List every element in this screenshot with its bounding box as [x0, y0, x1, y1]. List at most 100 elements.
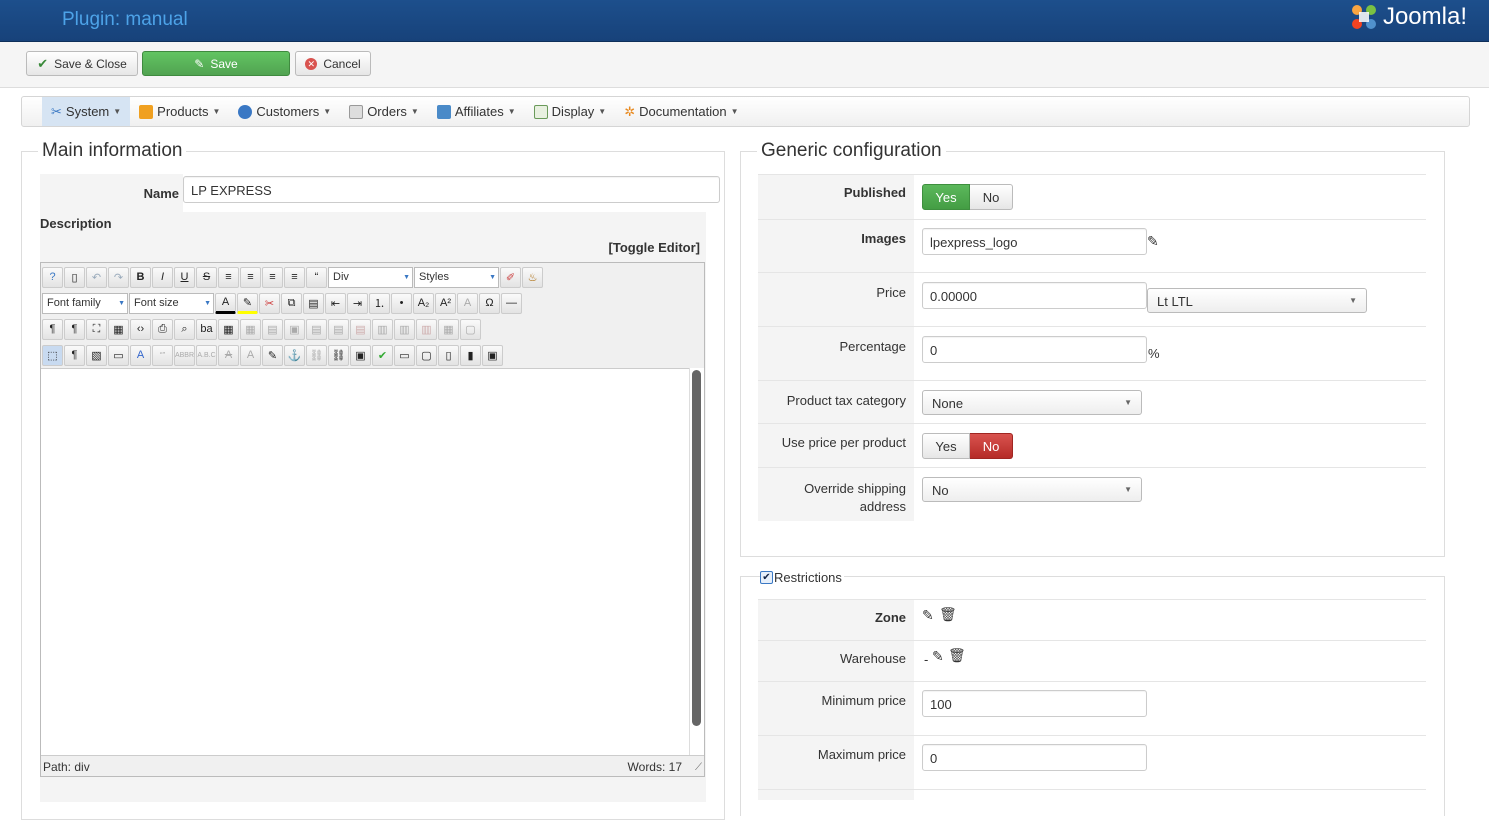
source-code-icon[interactable]: ‹›	[130, 318, 151, 340]
zone-edit-pencil-icon[interactable]: ✎	[922, 607, 934, 624]
horizontal-rule-icon[interactable]: —	[501, 292, 522, 314]
align-right-icon[interactable]: ≡	[284, 266, 305, 288]
warehouse-trash-icon[interactable]: 🗑	[948, 647, 966, 664]
redo-icon[interactable]: ↷	[108, 266, 129, 288]
subscript-icon[interactable]: A₂	[413, 292, 434, 314]
align-center-icon[interactable]: ≡	[240, 266, 261, 288]
insert-layer-icon[interactable]: ▧	[86, 344, 107, 366]
delete-col-icon[interactable]: ▥	[416, 318, 437, 340]
copy-icon[interactable]: ⧉	[281, 292, 302, 314]
scrollbar-thumb[interactable]	[692, 370, 701, 726]
anchor-icon[interactable]: ⚓	[284, 344, 305, 366]
save-button[interactable]: ✎ Save	[142, 51, 290, 76]
text-color-icon[interactable]: A	[215, 292, 236, 314]
print-icon[interactable]: ⎙	[152, 318, 173, 340]
menu-item-display[interactable]: Display ▼	[525, 97, 616, 126]
blockquote-icon[interactable]: “	[306, 266, 327, 288]
layer-icon[interactable]: ▢	[416, 344, 437, 366]
restrictions-checkbox[interactable]: ✔	[760, 571, 773, 584]
strikethrough-icon[interactable]: S	[196, 266, 217, 288]
toggle-editor-link[interactable]: [Toggle Editor]	[560, 240, 700, 255]
bullet-list-icon[interactable]: •	[391, 292, 412, 314]
eraser-icon[interactable]: ✐	[500, 266, 521, 288]
menu-item-products[interactable]: Products ▼	[130, 97, 229, 126]
styles-select[interactable]: Styles	[414, 266, 499, 288]
delete-table-icon[interactable]: ▦	[240, 318, 261, 340]
cite-icon[interactable]: “”	[152, 344, 173, 366]
insert-row-after-icon[interactable]: ▤	[328, 318, 349, 340]
table-icon[interactable]: ▦	[218, 318, 239, 340]
ltr-icon[interactable]: ¶	[42, 318, 63, 340]
insert-col-after-icon[interactable]: ▥	[394, 318, 415, 340]
menu-item-system[interactable]: ✂ System ▼	[42, 97, 131, 126]
merge-cells-icon[interactable]: ▢	[460, 318, 481, 340]
published-yes-button[interactable]: Yes	[922, 184, 970, 210]
outdent-icon[interactable]: ⇤	[325, 292, 346, 314]
ppp-no-button[interactable]: No	[970, 433, 1013, 459]
price-input[interactable]: 0.00000	[922, 282, 1147, 309]
superscript-icon[interactable]: A²	[435, 292, 456, 314]
format-select[interactable]: Div	[328, 266, 413, 288]
menu-item-affiliates[interactable]: Affiliates ▼	[428, 97, 525, 126]
spellcheck-icon[interactable]: ✔	[372, 344, 393, 366]
replace-icon[interactable]: ba	[196, 318, 217, 340]
insert-character-icon[interactable]: A	[457, 292, 478, 314]
iframe-icon[interactable]: ▭	[394, 344, 415, 366]
font-family-select[interactable]: Font family	[42, 292, 128, 314]
editor-scrollbar[interactable]	[689, 368, 704, 755]
warehouse-edit-pencil-icon[interactable]: ✎	[932, 648, 944, 665]
pencil-icon[interactable]: ✎	[1147, 233, 1159, 250]
percentage-input[interactable]: 0	[922, 336, 1147, 363]
image-manager-icon[interactable]: ▣	[482, 344, 503, 366]
find-icon[interactable]: ⌕	[174, 318, 195, 340]
paste-icon[interactable]: ▤	[303, 292, 324, 314]
del-icon[interactable]: A	[218, 344, 239, 366]
tax-category-select[interactable]: None	[922, 390, 1142, 415]
numbered-list-icon[interactable]: ⒈	[369, 292, 390, 314]
unlink-icon[interactable]: ⛓	[306, 344, 327, 366]
align-justify-icon[interactable]: ≡	[218, 266, 239, 288]
split-cells-icon[interactable]: ▦	[438, 318, 459, 340]
save-close-button[interactable]: ✔ Save & Close	[26, 51, 138, 76]
ins-icon[interactable]: A	[240, 344, 261, 366]
rtl-icon[interactable]: ¶	[64, 318, 85, 340]
zone-trash-icon[interactable]: 🗑	[939, 606, 957, 623]
menu-item-customers[interactable]: Customers ▼	[229, 97, 340, 126]
ppp-yes-button[interactable]: Yes	[922, 433, 970, 459]
font-size-select[interactable]: Font size	[129, 292, 214, 314]
omega-icon[interactable]: Ω	[479, 292, 500, 314]
new-document-icon[interactable]: ▯	[64, 266, 85, 288]
resize-handle-icon[interactable]: ⟋	[695, 762, 702, 773]
insert-col-before-icon[interactable]: ▥	[372, 318, 393, 340]
undo-icon[interactable]: ↶	[86, 266, 107, 288]
acronym-icon[interactable]: A.B.C	[196, 344, 217, 366]
page-break-icon[interactable]: ▯	[438, 344, 459, 366]
template-icon[interactable]: ▦	[108, 318, 129, 340]
cut-icon[interactable]: ✂	[259, 292, 280, 314]
absolute-icon[interactable]: ▭	[108, 344, 129, 366]
name-input[interactable]: LP EXPRESS	[183, 176, 720, 203]
media-icon[interactable]: ▮	[460, 344, 481, 366]
show-blocks-icon[interactable]: ¶	[64, 344, 85, 366]
currency-select[interactable]: Lt LTL	[1147, 288, 1367, 313]
published-no-button[interactable]: No	[970, 184, 1013, 210]
italic-icon[interactable]: I	[152, 266, 173, 288]
fullscreen-icon[interactable]: ⛶	[86, 318, 107, 340]
menu-item-orders[interactable]: Orders ▼	[340, 97, 428, 126]
insert-row-before-icon[interactable]: ▤	[306, 318, 327, 340]
delete-row-icon[interactable]: ▤	[350, 318, 371, 340]
minimum-price-input[interactable]: 100	[922, 690, 1147, 717]
cell-props-icon[interactable]: ▣	[284, 318, 305, 340]
indent-icon[interactable]: ⇥	[347, 292, 368, 314]
editor-content-area[interactable]	[41, 368, 689, 755]
bold-icon[interactable]: B	[130, 266, 151, 288]
visual-aid-icon[interactable]: ⬚	[42, 344, 63, 366]
link-icon[interactable]: ⛓	[328, 344, 349, 366]
attributes-icon[interactable]: ✎	[262, 344, 283, 366]
align-left-icon[interactable]: ≡	[262, 266, 283, 288]
highlight-color-icon[interactable]: ✎	[237, 292, 258, 314]
cleanup-icon[interactable]: ♨	[522, 266, 543, 288]
abbr-icon[interactable]: ABBR	[174, 344, 195, 366]
images-input[interactable]: lpexpress_logo	[922, 228, 1147, 255]
maximum-price-input[interactable]: 0	[922, 744, 1147, 771]
